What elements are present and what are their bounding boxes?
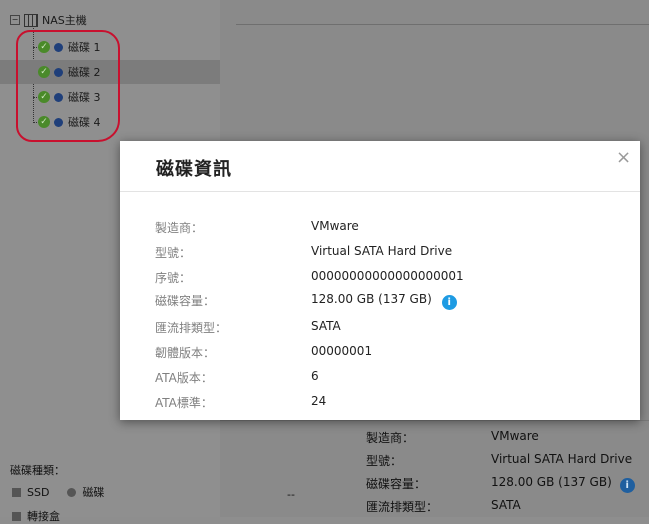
info-icon[interactable]: i (619, 478, 635, 493)
info-value: 00000000000000000001 (311, 269, 464, 283)
info-row-manufacturer: 製造商： VMware (155, 219, 625, 239)
divider (236, 24, 649, 25)
info-value: 6 (311, 369, 319, 383)
dialog-title: 磁碟資訊 (156, 159, 232, 180)
bg-detail-value: VMware (491, 429, 539, 443)
enclosure-square-icon (12, 511, 21, 521)
legend-disk-label: 磁碟 (82, 486, 105, 499)
info-value: 24 (311, 394, 327, 408)
info-value: Virtual SATA Hard Drive (311, 244, 453, 258)
info-row-ata-standard: ATA標準： 24 (155, 394, 625, 414)
info-key: 型號： (155, 246, 192, 260)
info-row-model: 型號： Virtual SATA Hard Drive (155, 244, 625, 264)
info-key: 韌體版本： (155, 346, 216, 360)
bg-detail-value: SATA (491, 498, 521, 512)
info-row-ata-version: ATA版本： 6 (155, 369, 625, 389)
capacity-text: 128.00 GB (137 GB) (311, 292, 432, 306)
info-key: 製造商： (155, 221, 204, 235)
tree-root-nas[interactable]: − NAS主機 (10, 12, 87, 28)
bg-detail-key: 磁碟容量： (366, 477, 427, 491)
divider (220, 420, 649, 421)
info-row-firmware: 韌體版本： 00000001 (155, 344, 625, 364)
disk-circle-icon (67, 487, 77, 497)
bg-detail-value: Virtual SATA Hard Drive (491, 452, 633, 466)
info-row-bus-type: 匯流排類型： SATA (155, 319, 625, 339)
bg-detail-key: 匯流排類型： (366, 500, 439, 514)
info-key: 匯流排類型： (155, 321, 228, 335)
info-key: ATA版本： (155, 371, 213, 385)
close-icon[interactable]: × (616, 147, 631, 168)
empty-value: -- (287, 488, 295, 501)
legend-ssd-label: SSD (27, 485, 50, 499)
info-value: 128.00 GB (137 GB) i (311, 292, 457, 310)
info-value: VMware (311, 219, 359, 233)
bg-detail-key: 型號： (366, 454, 403, 468)
ssd-square-icon (12, 487, 21, 497)
info-row-serial: 序號： 00000000000000000001 (155, 269, 625, 289)
legend: SSD 磁碟 (12, 484, 104, 500)
info-key: ATA標準： (155, 396, 213, 410)
divider (120, 191, 640, 192)
info-key: 磁碟容量： (155, 294, 216, 308)
bg-detail-key: 製造商： (366, 431, 415, 445)
info-key: 序號： (155, 271, 192, 285)
info-value: SATA (311, 319, 341, 333)
disk-info-dialog: 磁碟資訊 × 製造商： VMware 型號： Virtual SATA Hard… (120, 141, 640, 420)
info-value: 00000001 (311, 344, 373, 358)
bg-capacity-text: 128.00 GB (137 GB) (491, 475, 612, 489)
tree-root-label: NAS主機 (42, 14, 87, 27)
legend-title: 磁碟種類： (10, 464, 65, 477)
info-icon[interactable]: i (441, 295, 457, 310)
bg-detail-value: 128.00 GB (137 GB) i (491, 475, 635, 493)
legend: 轉接盒 (12, 508, 60, 524)
info-row-capacity: 磁碟容量： 128.00 GB (137 GB) i (155, 292, 625, 312)
collapse-icon[interactable]: − (10, 15, 20, 25)
legend-enclosure-label: 轉接盒 (27, 510, 60, 523)
nas-device-icon (24, 13, 38, 27)
red-annotation-outline (16, 30, 120, 142)
